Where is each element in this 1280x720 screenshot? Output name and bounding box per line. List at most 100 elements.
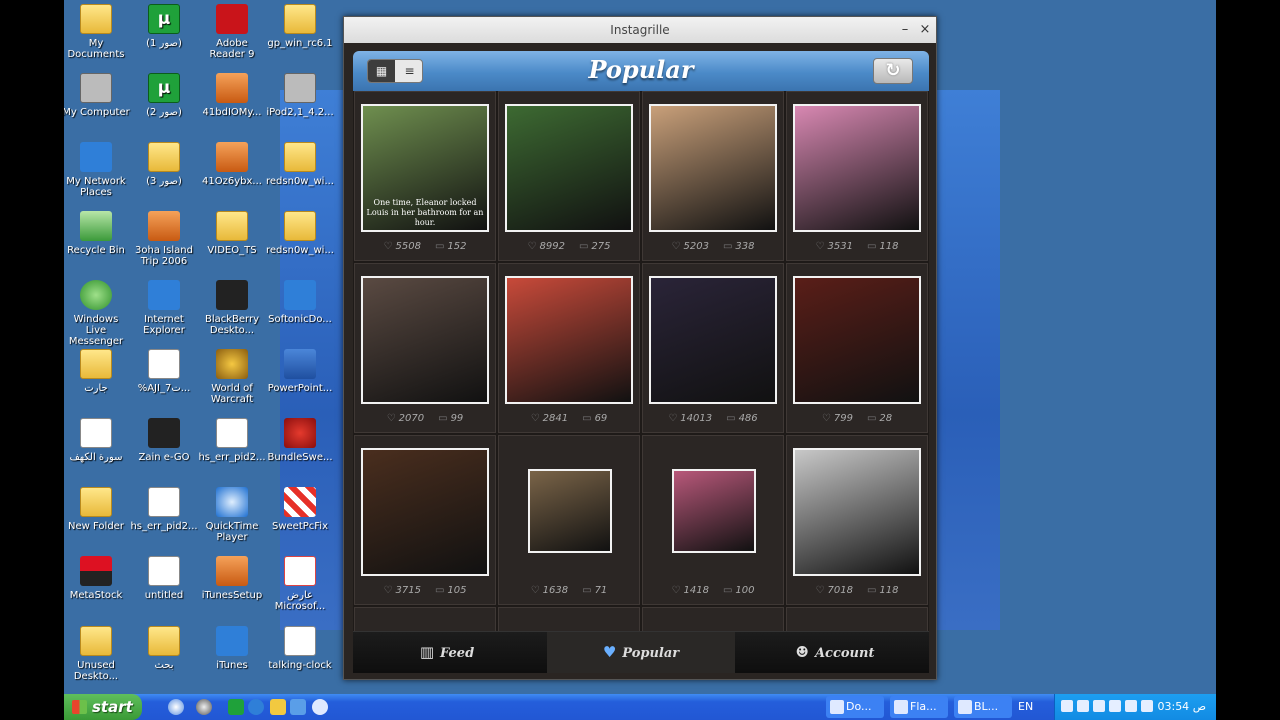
desktop-icon-internet-explorer[interactable]: Internet Explorer	[130, 278, 198, 336]
photo-thumbnail[interactable]	[793, 104, 921, 232]
desktop-icon-41bdiomy[interactable]: 41bdIOMy...	[198, 71, 266, 118]
desktop-icon-3oha-island[interactable]: 3oha Island Trip 2006	[130, 209, 198, 267]
taskbar-button-documents[interactable]: Do...	[826, 696, 884, 718]
desktop-icon-41oz6ybx[interactable]: 41Oz6ybx...	[198, 140, 266, 187]
language-indicator[interactable]: EN	[1018, 694, 1033, 720]
desktop-icon-redsn0w-2[interactable]: redsn0w_wi...	[266, 209, 334, 256]
photo-thumbnail[interactable]	[793, 448, 921, 576]
start-button[interactable]: start	[64, 694, 142, 720]
photo-thumbnail[interactable]	[505, 104, 633, 232]
desktop-icon-ipod[interactable]: iPod2,1_4.2...	[266, 71, 334, 118]
folder-icon	[284, 211, 316, 241]
photo-thumbnail[interactable]	[361, 276, 489, 404]
photo-thumbnail[interactable]	[672, 469, 756, 553]
desktop-icon-new-folder[interactable]: New Folder	[64, 485, 130, 532]
desktop-icon-redsn0w-1[interactable]: redsn0w_wi...	[266, 140, 334, 187]
photo-card[interactable]	[498, 607, 640, 631]
photo-card[interactable]: One time, Eleanor locked Louis in her ba…	[354, 91, 496, 261]
desktop-icon-surah-kahf[interactable]: سورة الكهف	[64, 416, 130, 463]
quicklaunch-ie-icon[interactable]	[248, 699, 264, 715]
photo-card[interactable]: ♡ 5203 ▭ 338	[642, 91, 784, 261]
photo-thumbnail[interactable]	[361, 448, 489, 576]
quicklaunch-folder-icon[interactable]	[270, 699, 286, 715]
taskbar-button-bluestacks[interactable]: BL...	[954, 696, 1012, 718]
desktop-icon-metastock[interactable]: MetaStock	[64, 554, 130, 601]
quicklaunch-browser-icon[interactable]	[168, 699, 184, 715]
photo-card[interactable]	[642, 607, 784, 631]
photo-card[interactable]: ♡ 7018 ▭ 118	[786, 435, 928, 605]
minimize-button[interactable]: –	[896, 17, 914, 43]
desktop-icon-unused-desktop[interactable]: Unused Deskto...	[64, 624, 130, 682]
desktop-icon-blackberry[interactable]: BlackBerry Deskto...	[198, 278, 266, 336]
desktop-icon-photos-3[interactable]: (صور 3)	[130, 140, 198, 187]
tray-icon[interactable]	[1109, 700, 1121, 712]
desktop-icon-microsoft-viewer[interactable]: عارض Microsof...	[266, 554, 334, 612]
desktop-icon-hs-err-2[interactable]: hs_err_pid2...	[130, 485, 198, 532]
photo-card[interactable]: ♡ 2070 ▭ 99	[354, 263, 496, 433]
quicklaunch-utorrent-icon[interactable]	[228, 699, 244, 715]
window-icon	[894, 700, 908, 714]
tray-icon[interactable]	[1061, 700, 1073, 712]
desktop-icon-bundlesweet[interactable]: BundleSwe...	[266, 416, 334, 463]
blackberry-icon	[216, 280, 248, 310]
desktop-icon-itunes[interactable]: iTunes	[198, 624, 266, 671]
clock[interactable]: 03:54 ص	[1157, 694, 1206, 720]
tray-icon[interactable]	[1125, 700, 1137, 712]
quicklaunch-media-icon[interactable]	[196, 699, 212, 715]
photo-card[interactable]: ♡ 2841 ▭ 69	[498, 263, 640, 433]
refresh-button[interactable]: ↻	[873, 58, 913, 84]
desktop-icon-photos-1[interactable]: µ (صور 1)	[130, 2, 198, 49]
photo-card[interactable]: ♡ 3715 ▭ 105	[354, 435, 496, 605]
desktop-icon-untitled[interactable]: untitled	[130, 554, 198, 601]
desktop-icon-mp3-1[interactable]: %AJI_ت7...	[130, 347, 198, 394]
photo-thumbnail[interactable]	[649, 104, 777, 232]
photo-card[interactable]: ♡ 3531 ▭ 118	[786, 91, 928, 261]
tab-popular[interactable]: ♥ Popular	[547, 632, 735, 673]
tab-label: Feed	[440, 646, 475, 661]
taskbar-button-flash[interactable]: Fla...	[890, 696, 948, 718]
desktop-icon-live-messenger[interactable]: Windows Live Messenger	[64, 278, 130, 347]
photo-thumbnail[interactable]	[649, 276, 777, 404]
desktop-icon-my-computer[interactable]: My Computer	[64, 71, 130, 118]
quicklaunch-app-icon[interactable]	[290, 699, 306, 715]
photo-card[interactable]: ♡ 1638 ▭ 71	[498, 435, 640, 605]
desktop-icon-video-ts[interactable]: VIDEO_TS	[198, 209, 266, 256]
desktop-icon-search-folder[interactable]: بحث	[130, 624, 198, 671]
desktop-icon-my-documents[interactable]: My Documents	[64, 2, 130, 60]
photo-card[interactable]: ♡ 8992 ▭ 275	[498, 91, 640, 261]
volume-icon[interactable]	[1141, 700, 1153, 712]
like-icon: ♡	[386, 413, 396, 424]
photo-thumbnail[interactable]	[793, 276, 921, 404]
photo-card[interactable]	[354, 607, 496, 631]
desktop-icon-adobe-reader[interactable]: Adobe Reader 9	[198, 2, 266, 60]
tray-icon[interactable]	[1093, 700, 1105, 712]
photo-thumbnail[interactable]	[505, 276, 633, 404]
desktop-icon-softonic[interactable]: SoftonicDo...	[266, 278, 334, 325]
desktop-icon-world-of-warcraft[interactable]: World of Warcraft	[198, 347, 266, 405]
quicklaunch-desktop-icon[interactable]	[312, 699, 328, 715]
desktop-icon-talking-clock[interactable]: talking-clock	[266, 624, 334, 671]
desktop-icon-sweetpcfix[interactable]: SweetPcFix	[266, 485, 334, 532]
photo-thumbnail[interactable]: One time, Eleanor locked Louis in her ba…	[361, 104, 489, 232]
photo-card[interactable]: ♡ 14013 ▭ 486	[642, 263, 784, 433]
photo-thumbnail[interactable]	[528, 469, 612, 553]
tab-feed[interactable]: ▥ Feed	[353, 632, 541, 673]
desktop-icon-photos-2[interactable]: µ (صور 2)	[130, 71, 198, 118]
close-button[interactable]: ×	[916, 17, 934, 43]
desktop-icon-network-places[interactable]: My Network Places	[64, 140, 130, 198]
tab-account[interactable]: ☻ Account	[741, 632, 929, 673]
photo-card[interactable]: ♡ 799 ▭ 28	[786, 263, 928, 433]
desktop-icon-recycle-bin[interactable]: Recycle Bin	[64, 209, 130, 256]
desktop-icon-quicktime[interactable]: QuickTime Player	[198, 485, 266, 543]
photo-card[interactable]: ♡ 1418 ▭ 100	[642, 435, 784, 605]
desktop-icon-hs-err-1[interactable]: hs_err_pid2...	[198, 416, 266, 463]
tray-icon[interactable]	[1077, 700, 1089, 712]
desktop-icon-itunessetup[interactable]: iTunesSetup	[198, 554, 266, 601]
desktop-icon-zain-ego[interactable]: Zain e-GO	[130, 416, 198, 463]
desktop-icon-label: My Computer	[64, 107, 130, 118]
photo-card[interactable]	[786, 607, 928, 631]
desktop-icon-powerpoint[interactable]: PowerPoint...	[266, 347, 334, 394]
desktop-icon-chart[interactable]: جارت	[64, 347, 130, 394]
window-titlebar[interactable]: Instagrille – ×	[344, 17, 936, 43]
desktop-icon-gp-win[interactable]: gp_win_rc6.1	[266, 2, 334, 49]
